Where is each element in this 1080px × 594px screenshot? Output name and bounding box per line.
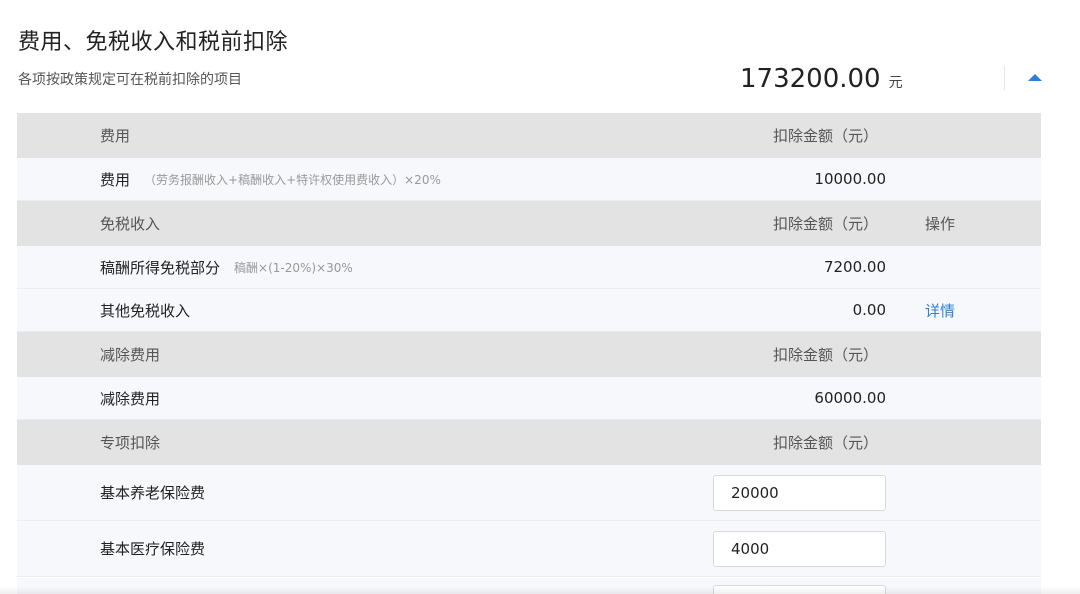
- row-amount: 10000.00: [814, 170, 886, 188]
- row-label: 基本养老保险费: [100, 484, 206, 502]
- amount-column-header: 扣除金额（元）: [772, 215, 878, 233]
- total-deduction: 173200.00 元: [740, 64, 903, 94]
- row-label: 基本医疗保险费: [100, 540, 206, 558]
- row-label: 其他免税收入: [100, 301, 191, 320]
- row-amount: 60000.00: [814, 389, 886, 407]
- group-header-expense: 费用 扣除金额（元）: [17, 113, 1041, 158]
- deduction-table: 费用 扣除金额（元） 费用 （劳务报酬收入+稿酬收入+特许权使用费收入）×20%…: [17, 113, 1041, 577]
- group-header-label: 免税收入: [100, 215, 161, 233]
- group-header-label: 专项扣除: [100, 434, 161, 452]
- row-label: 稿酬所得免税部分 稿酬×(1-20%)×30%: [100, 246, 353, 288]
- table-row: 费用 （劳务报酬收入+稿酬收入+特许权使用费收入）×20% 10000.00: [17, 158, 1041, 201]
- table-row: 稿酬所得免税部分 稿酬×(1-20%)×30% 7200.00: [17, 246, 1041, 289]
- section-title: 费用、免税收入和税前扣除: [18, 30, 289, 55]
- total-amount: 173200.00: [740, 64, 881, 94]
- table-row: 其他免税收入 0.00 详情: [17, 289, 1041, 332]
- row-label-text: 稿酬所得免税部分: [100, 258, 221, 277]
- amount-column-header: 扣除金额（元）: [772, 127, 878, 145]
- details-link[interactable]: 详情: [925, 289, 955, 331]
- table-row: 基本养老保险费: [17, 465, 1041, 521]
- scroll-shadow: [0, 586, 1080, 594]
- divider: [1004, 66, 1005, 90]
- row-amount: 0.00: [852, 301, 886, 319]
- row-label: 费用 （劳务报酬收入+稿酬收入+特许权使用费收入）×20%: [100, 158, 441, 200]
- operation-column-header: 操作: [925, 215, 956, 233]
- group-header-deduction: 减除费用 扣除金额（元）: [17, 332, 1041, 377]
- amount-column-header: 扣除金额（元）: [772, 434, 878, 452]
- row-label: 减除费用: [100, 389, 161, 408]
- caret-up-icon: [1028, 73, 1042, 81]
- amount-column-header: 扣除金额（元）: [772, 346, 878, 364]
- row-label-text: 费用: [100, 170, 131, 189]
- total-unit: 元: [888, 75, 903, 91]
- collapse-button[interactable]: [1024, 66, 1046, 88]
- section-subtitle: 各项按政策规定可在税前扣除的项目: [18, 72, 242, 88]
- row-formula: （劳务报酬收入+稿酬收入+特许权使用费收入）×20%: [144, 172, 441, 187]
- group-header-tax-free: 免税收入 扣除金额（元） 操作: [17, 201, 1041, 246]
- group-header-special: 专项扣除 扣除金额（元）: [17, 420, 1041, 465]
- table-row: 基本医疗保险费: [17, 521, 1041, 577]
- table-row: 减除费用 60000.00: [17, 377, 1041, 420]
- row-formula: 稿酬×(1-20%)×30%: [234, 260, 353, 275]
- group-header-label: 费用: [100, 127, 131, 145]
- pension-insurance-input[interactable]: [713, 475, 886, 511]
- group-header-label: 减除费用: [100, 346, 161, 364]
- medical-insurance-input[interactable]: [713, 531, 886, 567]
- row-amount: 7200.00: [823, 258, 886, 276]
